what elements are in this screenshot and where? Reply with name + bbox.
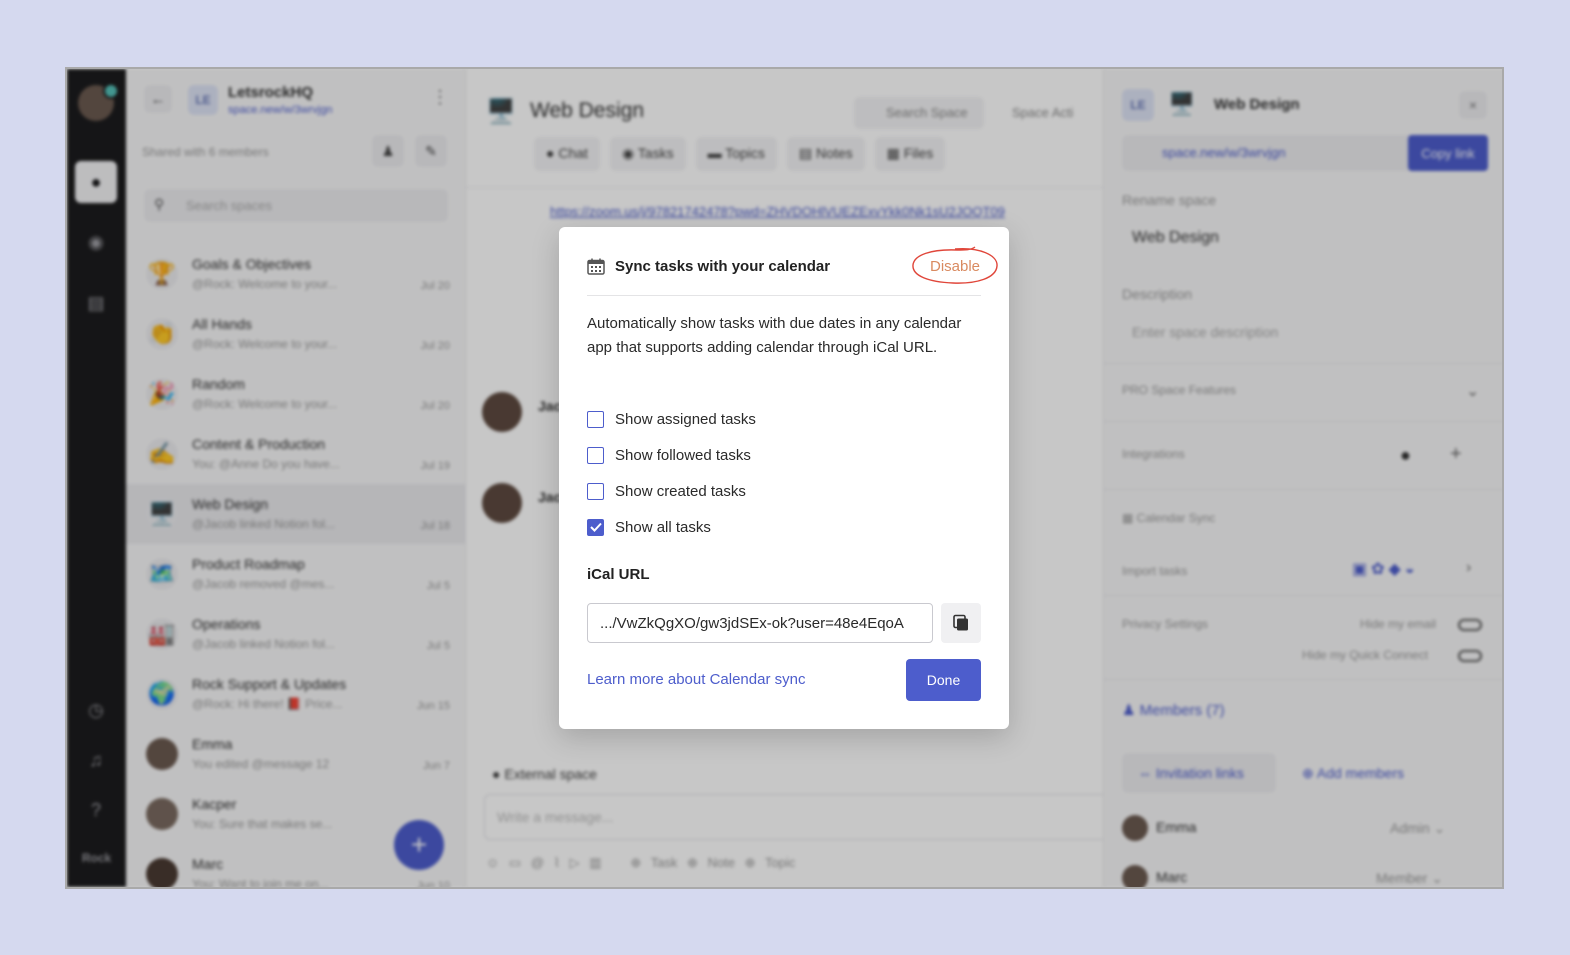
check-icon — [589, 522, 602, 532]
ical-url-input[interactable] — [587, 603, 933, 643]
option-label: Show assigned tasks — [615, 410, 756, 428]
option-assigned-tasks[interactable]: Show assigned tasks — [587, 407, 756, 431]
done-button[interactable]: Done — [906, 659, 981, 701]
copy-url-button[interactable] — [941, 603, 981, 643]
option-created-tasks[interactable]: Show created tasks — [587, 479, 746, 503]
calendar-sync-dialog: Sync tasks with your calendar Disable Au… — [559, 227, 1009, 729]
all-tasks-checkbox[interactable] — [587, 518, 604, 536]
calendar-icon — [587, 258, 605, 275]
option-label: Show followed tasks — [615, 446, 751, 464]
option-label: Show created tasks — [615, 482, 746, 500]
ical-url-label: iCal URL — [587, 566, 650, 583]
created-tasks-checkbox[interactable] — [587, 482, 604, 500]
learn-more-link[interactable]: Learn more about Calendar sync — [587, 671, 805, 688]
option-followed-tasks[interactable]: Show followed tasks — [587, 443, 751, 467]
assigned-tasks-checkbox[interactable] — [587, 410, 604, 428]
option-label: Show all tasks — [615, 518, 711, 536]
copy-icon — [953, 614, 968, 631]
dialog-title: Sync tasks with your calendar — [615, 258, 831, 275]
option-all-tasks[interactable]: Show all tasks — [587, 515, 711, 539]
dialog-divider — [587, 295, 981, 296]
dialog-description: Automatically show tasks with due dates … — [587, 315, 962, 356]
disable-button[interactable]: Disable — [912, 248, 998, 284]
followed-tasks-checkbox[interactable] — [587, 446, 604, 464]
